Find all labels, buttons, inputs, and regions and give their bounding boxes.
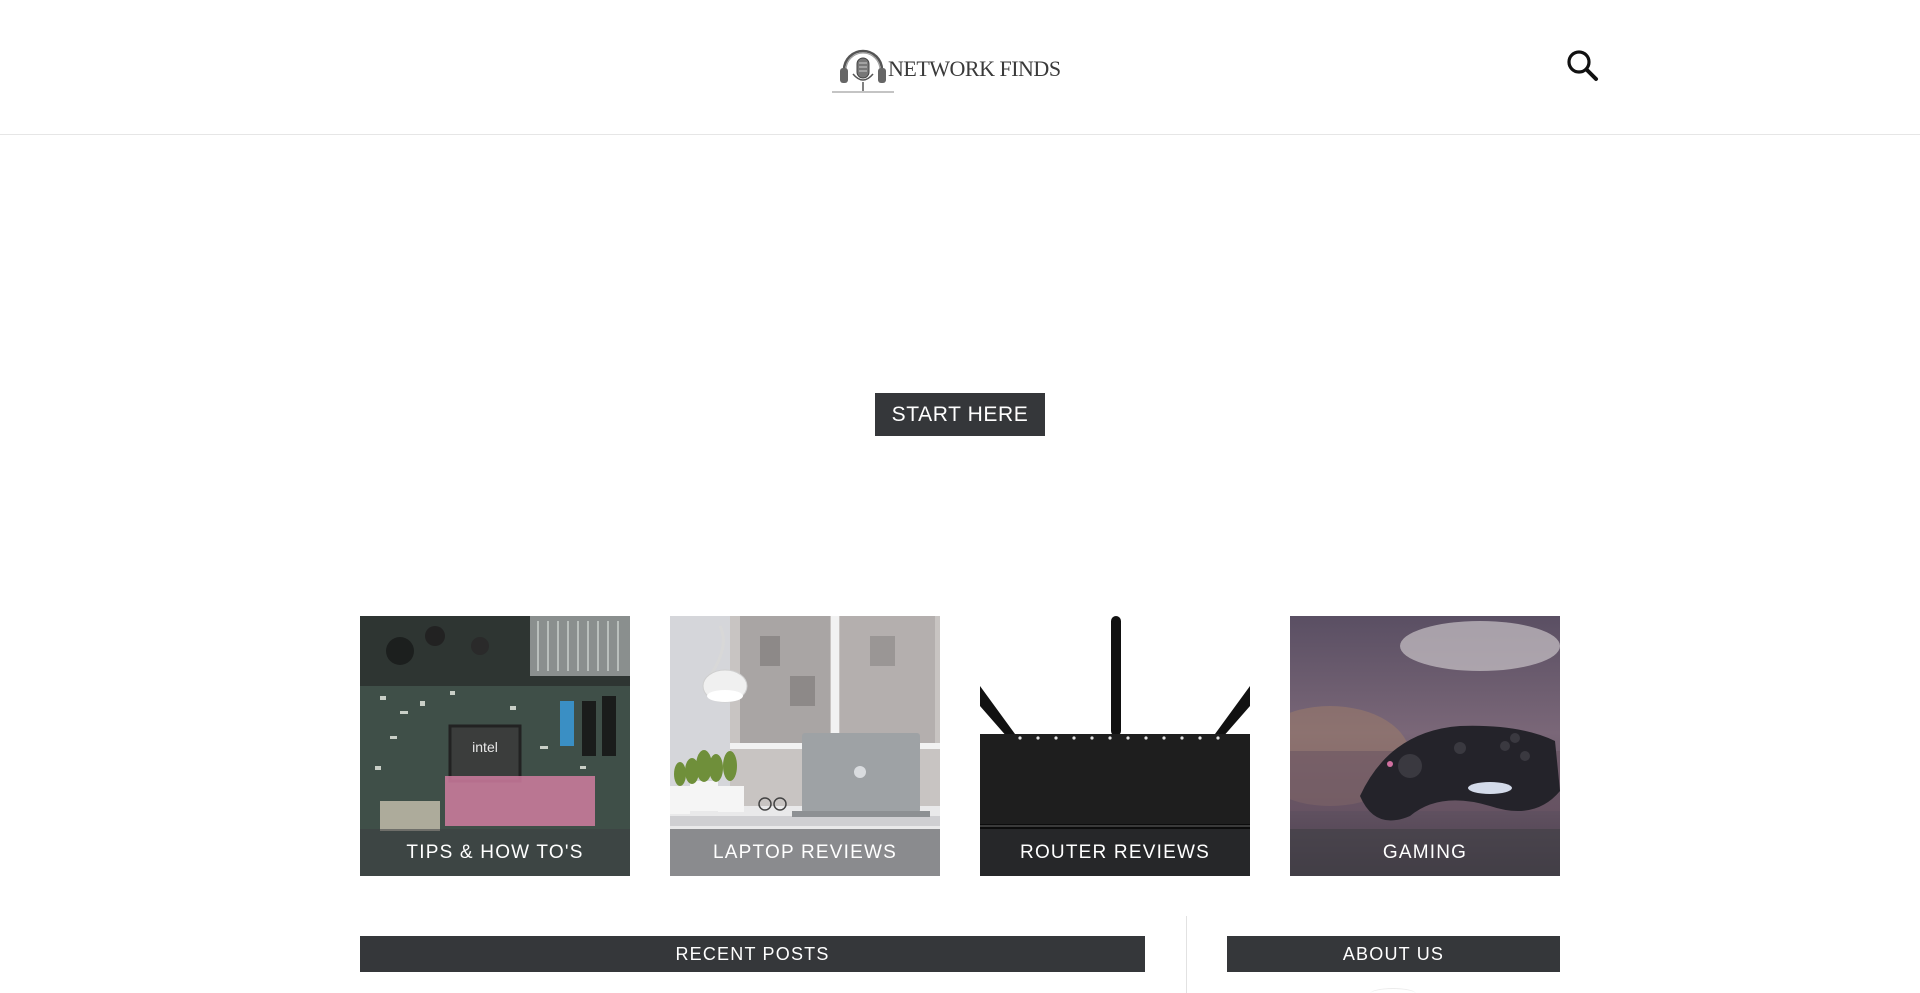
headphones-microphone-logo-icon — [830, 36, 896, 98]
category-tile-tips[interactable]: intel TIPS & HOW TO'S — [360, 616, 630, 876]
site-header: NETWORK FINDS — [0, 0, 1920, 135]
column-divider — [1186, 916, 1187, 993]
category-label: LAPTOP REVIEWS — [670, 829, 940, 876]
svg-text:intel: intel — [472, 739, 498, 755]
about-us-heading: ABOUT US — [1227, 936, 1560, 972]
avatar — [1370, 988, 1416, 993]
search-icon[interactable] — [1565, 48, 1601, 84]
category-tile-laptop-reviews[interactable]: LAPTOP REVIEWS — [670, 616, 940, 876]
category-tile-gaming[interactable]: GAMING — [1290, 616, 1560, 876]
category-tile-router-reviews[interactable]: ROUTER REVIEWS — [980, 616, 1250, 876]
site-logo[interactable]: NETWORK FINDS — [830, 36, 1061, 98]
site-logo-text: NETWORK FINDS — [888, 56, 1061, 81]
recent-posts-heading: RECENT POSTS — [360, 936, 1145, 972]
category-label: ROUTER REVIEWS — [980, 829, 1250, 876]
start-here-button[interactable]: START HERE — [875, 393, 1045, 436]
category-label: GAMING — [1290, 829, 1560, 876]
category-label: TIPS & HOW TO'S — [360, 829, 630, 876]
